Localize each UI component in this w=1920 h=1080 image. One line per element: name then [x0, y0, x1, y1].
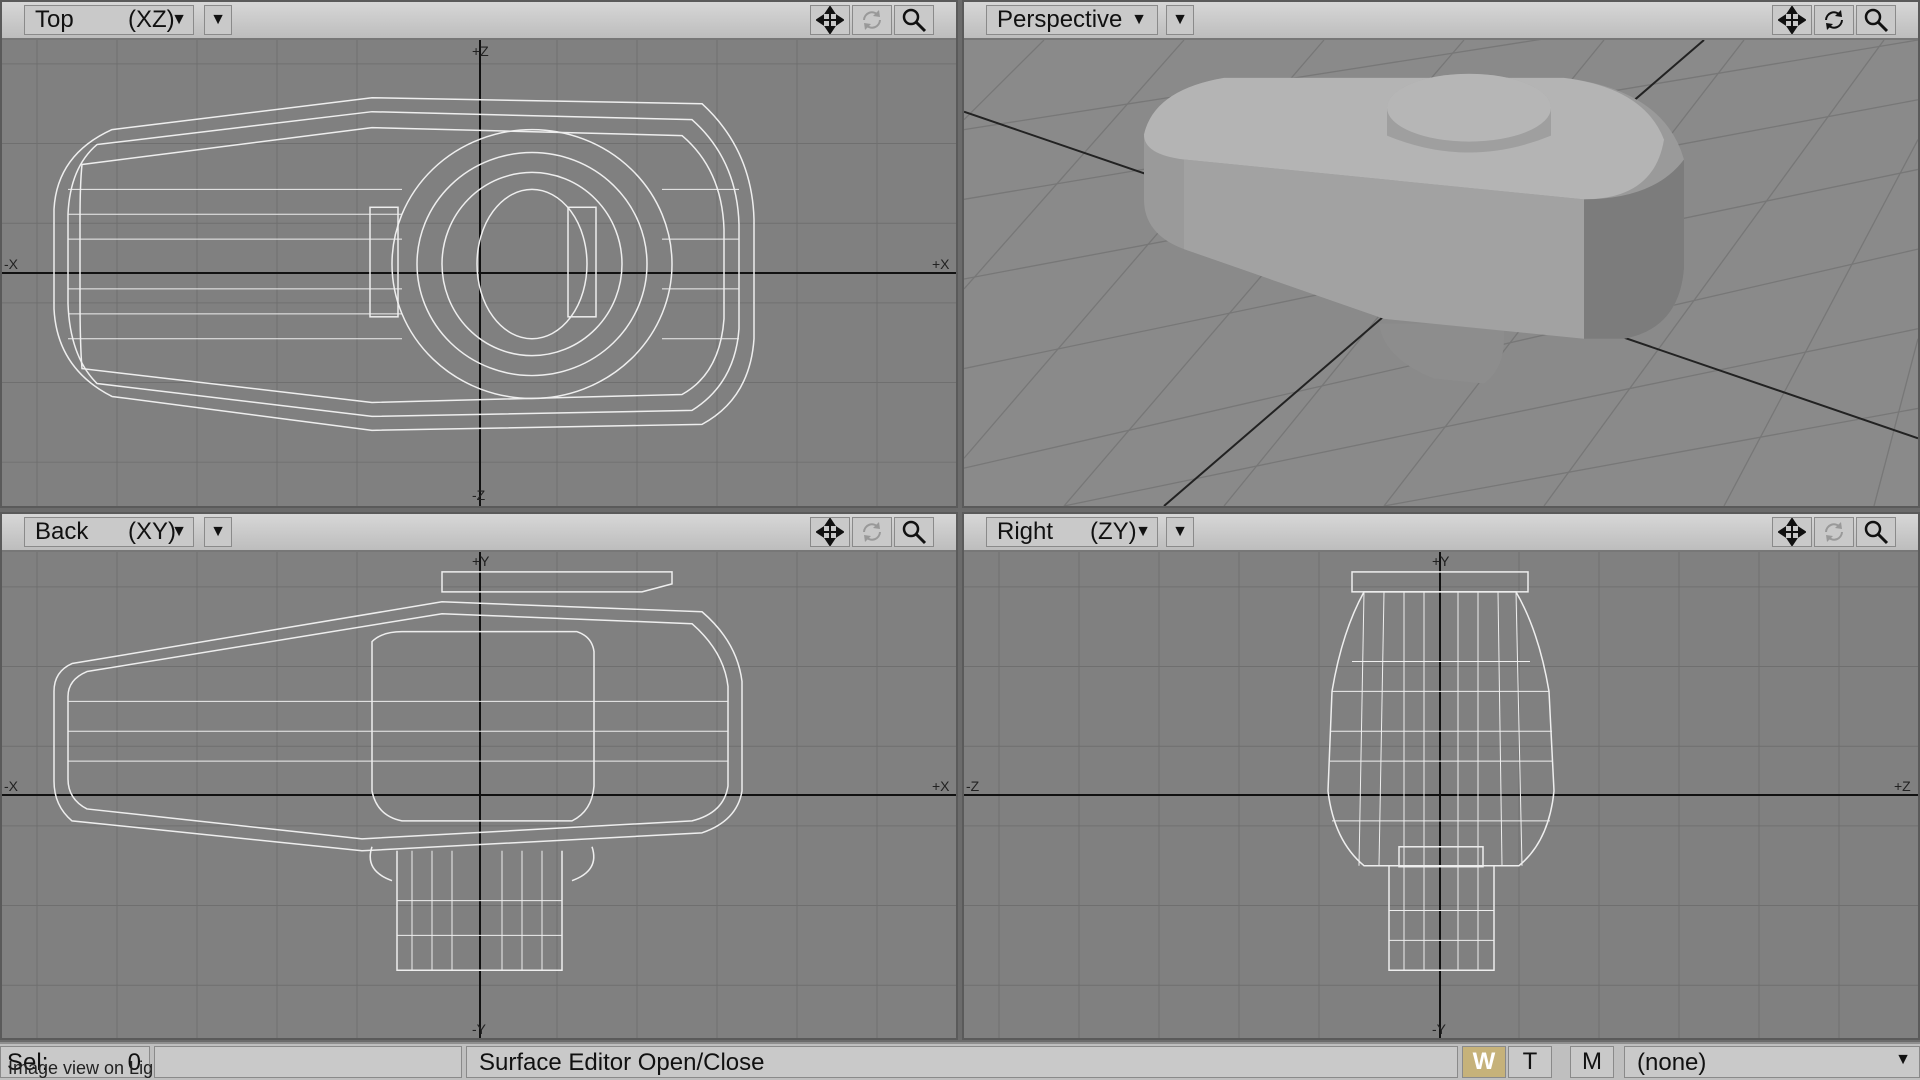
rotate-view-button	[852, 517, 892, 547]
axis-label: -Y	[1432, 1021, 1447, 1037]
zoom-view-button[interactable]	[894, 517, 934, 547]
view-name: Right	[997, 518, 1054, 545]
viewport-back[interactable]: Back (XY) ▼ ▼ +Y -Y -X +X	[0, 512, 958, 1040]
view-type-select[interactable]: Back (XY) ▼	[24, 517, 194, 547]
viewport-canvas[interactable]: +Y -Y -Z +Z	[964, 552, 1918, 1038]
view-axes: (XY)	[128, 518, 176, 545]
wireframe-mode-button[interactable]: W	[1462, 1046, 1506, 1078]
chevron-down-icon: ▼	[1172, 11, 1188, 28]
chevron-down-icon: ▼	[1172, 523, 1188, 540]
chevron-down-icon: ▼	[210, 11, 226, 28]
move-view-button[interactable]	[810, 517, 850, 547]
view-axes: (XZ)	[128, 6, 175, 33]
viewport-options-dropdown[interactable]: ▼	[204, 517, 232, 547]
magnifier-icon	[1864, 520, 1889, 545]
magnifier-icon	[902, 520, 927, 545]
axis-label: -X	[4, 778, 19, 794]
viewport-options-dropdown[interactable]: ▼	[204, 5, 232, 35]
rotate-icon	[863, 10, 881, 30]
perspective-shaded-model	[964, 40, 1918, 506]
move-icon	[815, 517, 845, 547]
axis-label: -X	[4, 256, 19, 272]
viewport-tools	[810, 517, 956, 547]
move-view-button[interactable]	[1772, 5, 1812, 35]
viewport-header: Right (ZY) ▼ ▼	[964, 514, 1918, 552]
viewport-header: Top (XZ) ▼ ▼	[2, 2, 956, 40]
surface-select[interactable]: (none) ▼	[1624, 1046, 1920, 1078]
status-field	[154, 1046, 462, 1078]
axis-label: +Z	[472, 43, 489, 59]
axis-label: -Z	[472, 487, 486, 503]
texture-mode-button[interactable]: T	[1508, 1046, 1552, 1078]
rotate-view-button	[852, 5, 892, 35]
view-type-select[interactable]: Perspective ▼	[986, 5, 1158, 35]
move-view-button[interactable]	[1772, 517, 1812, 547]
rotate-icon	[1825, 522, 1843, 542]
view-type-select[interactable]: Right (ZY) ▼	[986, 517, 1158, 547]
rotate-icon	[863, 522, 881, 542]
move-icon	[1777, 517, 1807, 547]
viewport-right[interactable]: Right (ZY) ▼ ▼ +Y -Y -Z +Z	[962, 512, 1920, 1040]
right-view-wireframe: +Y -Y -Z +Z	[964, 552, 1918, 1038]
rotate-view-button[interactable]	[1814, 5, 1854, 35]
zoom-view-button[interactable]	[1856, 5, 1896, 35]
axis-label: +Z	[1894, 778, 1911, 794]
view-name: Back	[35, 518, 89, 545]
rotate-view-button	[1814, 517, 1854, 547]
axis-label: +X	[932, 778, 950, 794]
viewport-top[interactable]: Top (XZ) ▼ ▼ +Z -Z -X +X	[0, 0, 958, 508]
view-name: Top	[35, 6, 74, 33]
back-view-wireframe: +Y -Y -X +X	[2, 552, 956, 1038]
viewport-tools	[1772, 517, 1918, 547]
rotate-icon	[1825, 10, 1843, 30]
magnifier-icon	[1864, 8, 1889, 33]
axis-label: -Z	[966, 778, 980, 794]
move-view-button[interactable]	[810, 5, 850, 35]
viewport-options-dropdown[interactable]: ▼	[1166, 5, 1194, 35]
zoom-view-button[interactable]	[894, 5, 934, 35]
viewport-tools	[1772, 5, 1918, 35]
viewport-canvas[interactable]	[964, 40, 1918, 506]
status-message: Surface Editor Open/Close	[466, 1046, 1458, 1078]
status-bar: Sel: 0 Image view on Lightwave Surface E…	[0, 1042, 1920, 1080]
axis-label: -Y	[472, 1021, 487, 1037]
viewport-options-dropdown[interactable]: ▼	[1166, 517, 1194, 547]
view-name: Perspective	[997, 6, 1123, 33]
chevron-down-icon: ▼	[1131, 11, 1147, 28]
axis-label: +Y	[472, 553, 490, 569]
top-view-wireframe: +Z -Z -X +X	[2, 40, 956, 506]
viewport-header: Back (XY) ▼ ▼	[2, 514, 956, 552]
viewport-canvas[interactable]: +Z -Z -X +X	[2, 40, 956, 506]
zoom-view-button[interactable]	[1856, 517, 1896, 547]
chevron-down-icon: ▼	[210, 523, 226, 540]
magnifier-icon	[902, 8, 927, 33]
view-axes: (ZY)	[1090, 518, 1137, 545]
axis-label: +X	[932, 256, 950, 272]
chevron-down-icon: ▼	[171, 11, 187, 28]
chevron-down-icon: ▼	[1135, 523, 1151, 540]
viewport-perspective[interactable]: Perspective ▼ ▼	[962, 0, 1920, 508]
chevron-down-icon: ▼	[171, 523, 187, 540]
viewport-tools	[810, 5, 956, 35]
axis-label: +Y	[1432, 553, 1450, 569]
morph-mode-button[interactable]: M	[1570, 1046, 1614, 1078]
viewport-canvas[interactable]: +Y -Y -X +X	[2, 552, 956, 1038]
view-type-select[interactable]: Top (XZ) ▼	[24, 5, 194, 35]
move-icon	[815, 5, 845, 35]
viewport-header: Perspective ▼ ▼	[964, 2, 1918, 40]
chevron-down-icon: ▼	[1895, 1051, 1911, 1068]
surface-value: (none)	[1637, 1049, 1707, 1076]
move-icon	[1777, 5, 1807, 35]
